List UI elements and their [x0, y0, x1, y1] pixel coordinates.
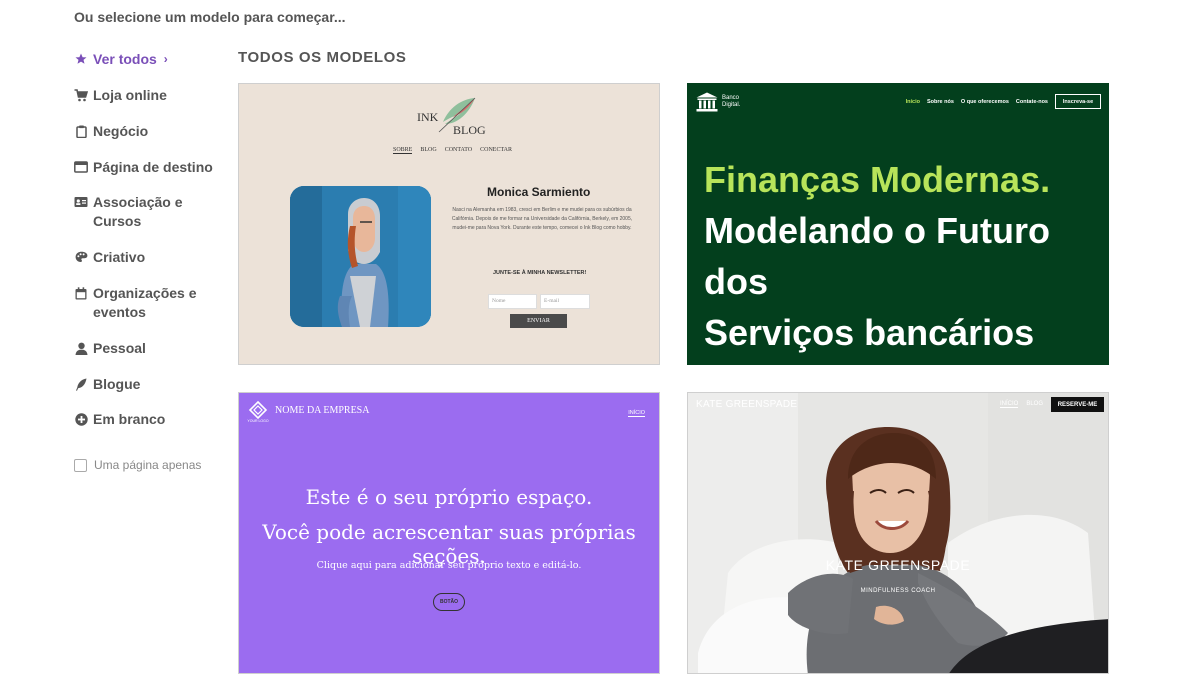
- palette-icon: [74, 250, 88, 264]
- profile-photo: [290, 186, 431, 327]
- coach-role: MINDFULNESS COACH: [860, 588, 936, 594]
- headline-line: Modelando o Futuro: [704, 210, 1050, 251]
- sidebar-item-label: Loja online: [93, 87, 167, 103]
- sidebar-item-associacao-e-cursos[interactable]: Associação e Cursos: [74, 193, 194, 231]
- single-page-filter[interactable]: Uma página apenas: [74, 458, 201, 472]
- company-name: NOME DA EMPRESA: [275, 405, 370, 416]
- sidebar-item-organizacoes-e-eventos[interactable]: Organizações e eventos: [74, 284, 214, 322]
- sidebar-item-pagina-de-destino[interactable]: Página de destino: [74, 158, 213, 177]
- sidebar-item-label: Blogue: [93, 376, 141, 392]
- section-title: TODOS OS MODELOS: [238, 49, 407, 66]
- chevron-right-icon: ›: [163, 52, 168, 66]
- logo-text: Banco: [722, 95, 740, 101]
- sidebar-item-label: Pessoal: [93, 340, 146, 356]
- submit-button[interactable]: ENVIAR: [510, 314, 567, 328]
- sidebar-item-label: Em branco: [93, 411, 166, 427]
- newsletter-title: JUNTE-SE À MINHA NEWSLETTER!: [493, 270, 587, 276]
- headline-line: Finanças Modernas.: [704, 159, 1051, 200]
- sidebar-item-label: Criativo: [93, 249, 146, 265]
- sidebar-item-negocio[interactable]: Negócio: [74, 122, 148, 141]
- id-card-icon: [74, 195, 88, 209]
- cart-icon: [74, 88, 88, 102]
- star-icon: [74, 52, 88, 66]
- clipboard-icon: [74, 124, 88, 138]
- nav-item[interactable]: SOBRE: [393, 147, 413, 154]
- single-page-label: Uma página apenas: [94, 458, 202, 472]
- sidebar-item-label: Página de destino: [93, 159, 213, 175]
- email-field[interactable]: E-mail: [540, 294, 590, 309]
- browser-window-icon: [74, 160, 88, 174]
- author-bio: Nasci na Alemanha em 1983, cresci em Ber…: [451, 207, 633, 231]
- feather-icon: [438, 97, 476, 133]
- nav-item[interactable]: Sobre nós: [927, 99, 954, 105]
- sidebar-item-loja-online[interactable]: Loja online: [74, 86, 167, 105]
- nav-item[interactable]: BLOG: [420, 147, 436, 154]
- brand-name: KATE GREENSPADE: [696, 399, 798, 410]
- nav-item[interactable]: INÍCIO: [999, 401, 1019, 408]
- coach-name: KATE GREENSPADE: [825, 557, 971, 573]
- nav-item[interactable]: O que oferecemos: [961, 99, 1009, 105]
- plus-circle-icon: [74, 412, 88, 426]
- nav-item[interactable]: Início: [906, 99, 920, 105]
- cta-button[interactable]: BOTÃO: [433, 593, 465, 611]
- logo-caption: YOUR LOGO: [247, 419, 269, 423]
- bank-building-icon: [696, 92, 718, 112]
- company-logo: YOUR LOGO NOME DA EMPRESA: [247, 401, 369, 423]
- quill-icon: [74, 377, 88, 391]
- person-icon: [74, 341, 88, 355]
- calendar-icon: [74, 286, 88, 300]
- sidebar-item-blogue[interactable]: Blogue: [74, 375, 140, 394]
- logo-text: Digital.: [722, 102, 741, 108]
- page-heading: Ou selecione um modelo para começar...: [74, 9, 346, 25]
- sidebar-item-em-branco[interactable]: Em branco: [74, 410, 165, 429]
- sidebar-item-criativo[interactable]: Criativo: [74, 248, 145, 267]
- sidebar-item-label: Organizações e eventos: [93, 285, 197, 320]
- ink-blog-nav: SOBRE BLOG CONTATO CONECTAR: [393, 147, 512, 154]
- nav-item[interactable]: INÍCIO: [628, 410, 645, 417]
- nav-item[interactable]: CONTATO: [445, 147, 472, 154]
- bank-headline: Finanças Modernas. Modelando o Futuro do…: [704, 154, 1050, 358]
- sidebar-item-pessoal[interactable]: Pessoal: [74, 339, 146, 358]
- signup-button[interactable]: Inscreva-se: [1055, 94, 1101, 109]
- book-me-button[interactable]: RESERVE-ME: [1051, 397, 1104, 412]
- sidebar-item-label: Associação e Cursos: [93, 194, 183, 229]
- diamond-logo-icon: [248, 401, 268, 419]
- template-card-ink-blog[interactable]: INK BLOG SOBRE BLOG CONTATO CONECTAR Mon…: [238, 83, 660, 365]
- bank-nav: Início Sobre nós O que oferecemos Contat…: [906, 99, 1048, 105]
- name-field[interactable]: Nome: [488, 294, 537, 309]
- nav-item[interactable]: Contate-nos: [1016, 99, 1048, 105]
- template-card-nome-da-empresa[interactable]: YOUR LOGO NOME DA EMPRESA INÍCIO Este é …: [238, 392, 660, 674]
- subheadline: Clique aqui para adicionar seu próprio t…: [316, 560, 582, 571]
- nav-item[interactable]: BLOG: [1026, 401, 1043, 408]
- coach-photo: [688, 393, 1108, 673]
- bank-logo: Banco Digital.: [696, 92, 740, 112]
- sidebar-item-label: Ver todos: [93, 51, 157, 67]
- headline-line: Serviços bancários: [704, 312, 1035, 353]
- template-card-kate-greenspade[interactable]: KATE GREENSPADE INÍCIO BLOG RESERVE-ME K…: [687, 392, 1109, 674]
- author-name: Monica Sarmiento: [487, 185, 591, 199]
- nav-item[interactable]: CONECTAR: [480, 147, 512, 154]
- single-page-checkbox[interactable]: [74, 458, 87, 472]
- sidebar-item-label: Negócio: [93, 123, 149, 139]
- sidebar-item-ver-todos[interactable]: Ver todos ›: [74, 50, 168, 69]
- kate-nav: INÍCIO BLOG: [999, 401, 1043, 408]
- headline-line: dos: [704, 261, 769, 302]
- template-card-banco-digital[interactable]: Banco Digital. Início Sobre nós O que of…: [687, 83, 1109, 365]
- headline: Este é o seu próprio espaço.: [305, 485, 593, 509]
